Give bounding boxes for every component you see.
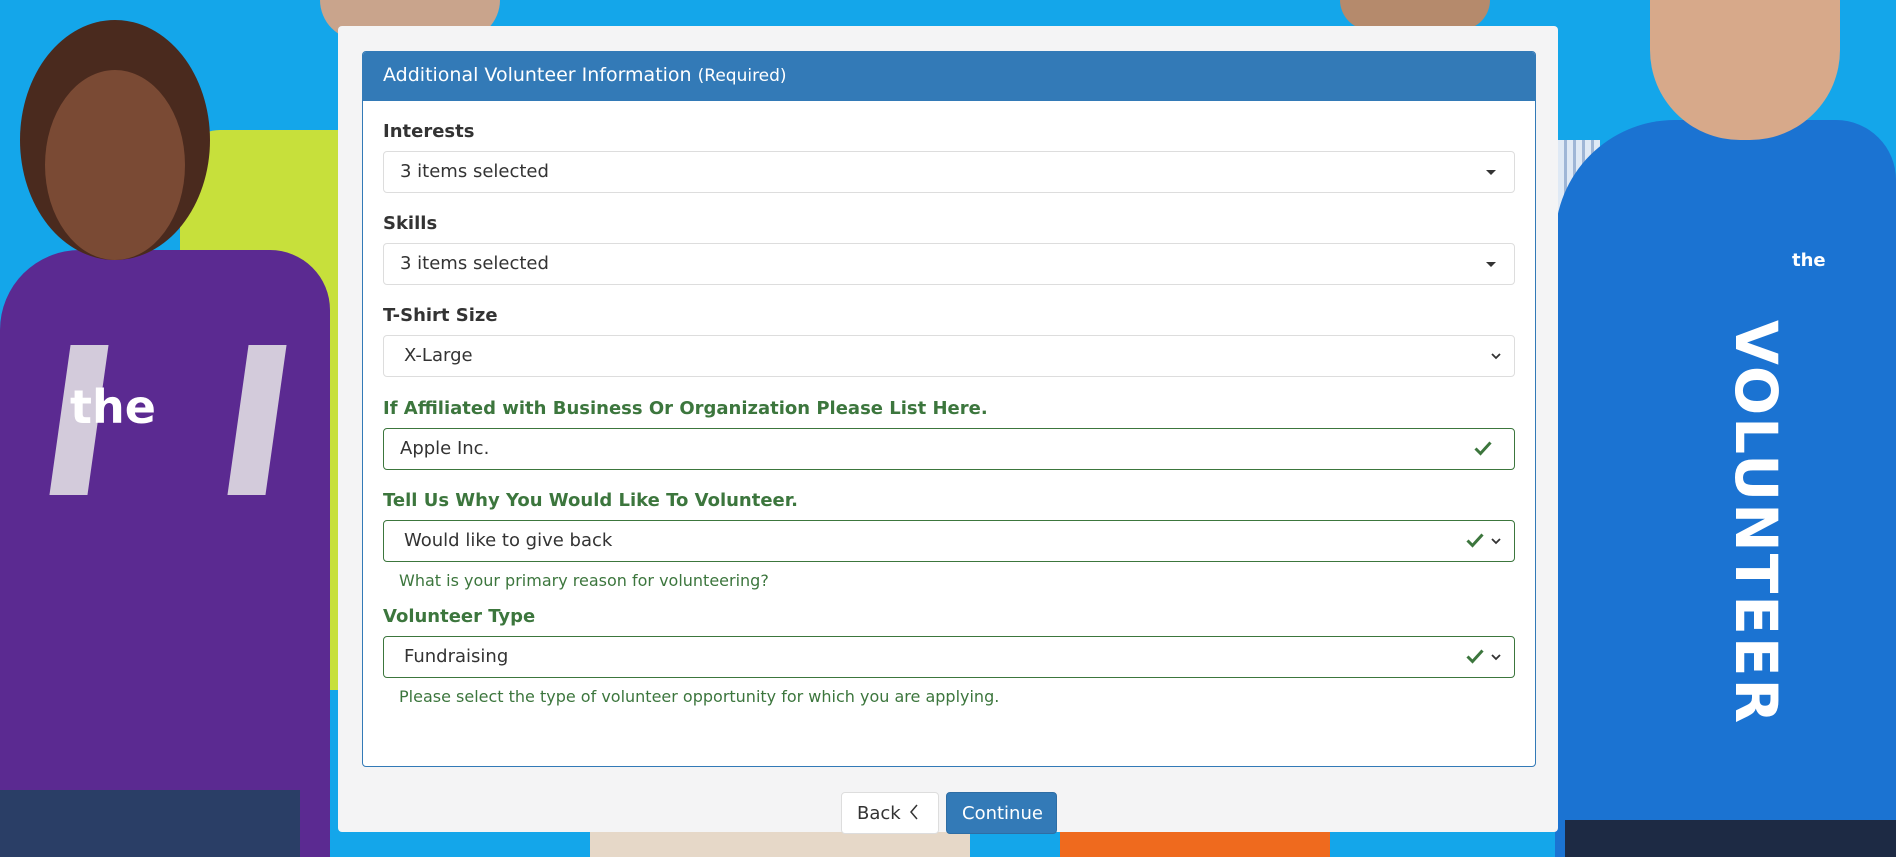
skills-value: 3 items selected	[400, 253, 549, 274]
affiliation-group: If Affiliated with Business Or Organizat…	[383, 398, 1515, 470]
reason-group: Tell Us Why You Would Like To Volunteer.…	[383, 490, 1515, 590]
volunteer-type-value: Fundraising	[404, 646, 509, 667]
continue-button-label: Continue	[962, 803, 1043, 824]
volunteer-info-panel: Additional Volunteer Information (Requir…	[362, 51, 1536, 767]
form-card: Additional Volunteer Information (Requir…	[338, 26, 1558, 835]
reason-help-text: What is your primary reason for voluntee…	[399, 571, 769, 590]
skills-group: Skills 3 items selected	[383, 213, 1515, 285]
affiliation-value: Apple Inc.	[400, 438, 490, 459]
volunteer-type-help-text: Please select the type of volunteer oppo…	[399, 687, 1000, 706]
chevron-down-icon	[1490, 647, 1502, 667]
caret-down-icon	[1486, 170, 1496, 175]
chevron-down-icon	[1490, 531, 1502, 551]
chevron-down-icon	[1490, 346, 1502, 366]
affiliation-input[interactable]: Apple Inc.	[383, 428, 1515, 470]
check-icon	[1466, 532, 1484, 553]
panel-heading: Additional Volunteer Information (Requir…	[363, 52, 1535, 101]
skills-multiselect[interactable]: 3 items selected	[383, 243, 1515, 285]
volunteer-shirt-text: VOLUNTEER	[1722, 320, 1790, 726]
back-button[interactable]: Back	[841, 792, 939, 834]
continue-button[interactable]: Continue	[946, 792, 1057, 834]
reason-value: Would like to give back	[404, 530, 613, 551]
panel-title: Additional Volunteer Information	[383, 64, 692, 86]
reason-select[interactable]: Would like to give back	[383, 520, 1515, 562]
back-button-label: Back	[857, 803, 901, 824]
skills-label: Skills	[383, 213, 438, 234]
form-actions: Back Continue	[338, 765, 1558, 835]
caret-down-icon	[1486, 262, 1496, 267]
affiliation-label: If Affiliated with Business Or Organizat…	[383, 398, 988, 419]
volunteer-type-select[interactable]: Fundraising	[383, 636, 1515, 678]
volunteer-type-label: Volunteer Type	[383, 606, 536, 627]
reason-label: Tell Us Why You Would Like To Volunteer.	[383, 490, 798, 511]
check-icon	[1466, 648, 1484, 669]
volunteer-type-group: Volunteer Type Fundraising Please select…	[383, 606, 1515, 706]
tshirt-group: T-Shirt Size X-Large	[383, 305, 1515, 377]
interests-value: 3 items selected	[400, 161, 549, 182]
chevron-left-icon	[909, 803, 919, 826]
tshirt-size-select[interactable]: X-Large	[383, 335, 1515, 377]
tshirt-label: T-Shirt Size	[383, 305, 498, 326]
interests-label: Interests	[383, 121, 475, 142]
check-icon	[1474, 440, 1492, 461]
interests-group: Interests 3 items selected	[383, 121, 1515, 193]
background-person-purple-shirt	[0, 250, 330, 857]
tshirt-value: X-Large	[404, 345, 473, 366]
required-note: (Required)	[697, 66, 787, 86]
interests-multiselect[interactable]: 3 items selected	[383, 151, 1515, 193]
